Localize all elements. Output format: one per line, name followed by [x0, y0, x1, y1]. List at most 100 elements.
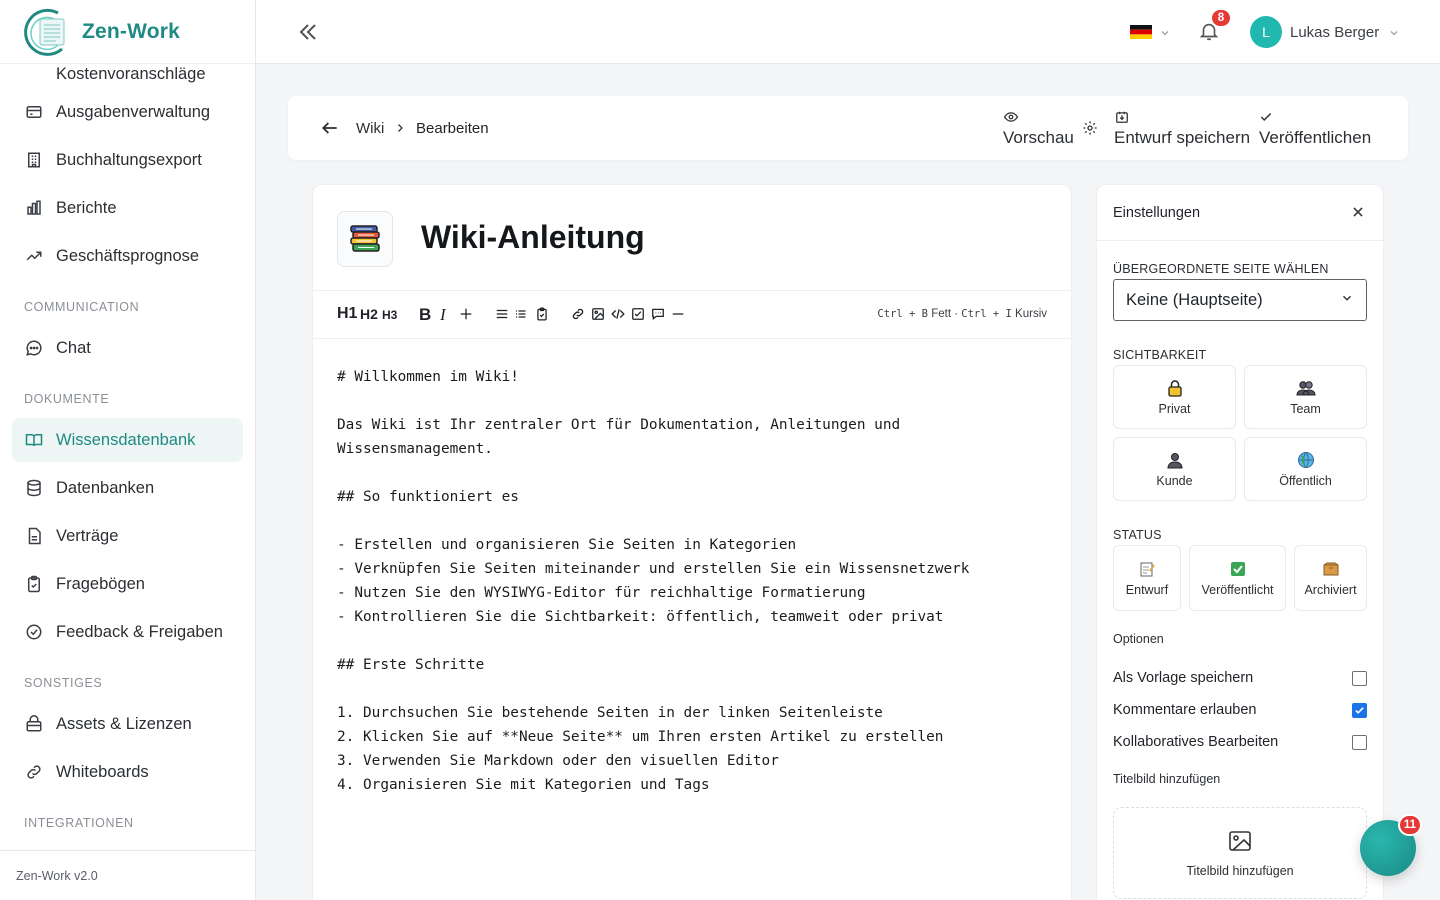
gear-icon[interactable] [1082, 120, 1098, 136]
sidebar-item-label: Ausgabenverwaltung [56, 102, 211, 121]
add-cover-button[interactable]: Titelbild hinzufügen [1113, 807, 1367, 899]
collapse-sidebar-icon[interactable] [296, 20, 320, 44]
arrow-left-icon[interactable] [320, 118, 340, 138]
chat-icon [24, 338, 44, 358]
sidebar-item-buchhaltungsexport[interactable]: Buchhaltungsexport [0, 136, 255, 184]
shortcut-italic-label: Kursiv [1015, 308, 1047, 320]
parent-page-value: Keine (Hauptseite) [1126, 290, 1263, 309]
sidebar-item-label: Kostenvoranschläge [56, 64, 206, 83]
option-comments-checkbox[interactable] [1352, 702, 1367, 718]
sidebar-item-feedback[interactable]: Feedback & Freigaben [0, 608, 255, 656]
clipboard-icon [24, 574, 44, 594]
check-box-icon [1230, 559, 1246, 579]
preview-label: Vorschau [1003, 128, 1074, 147]
sidebar-item-label: Wissensdatenbank [56, 430, 196, 449]
sidebar-item-label: Datenbanken [56, 478, 155, 497]
close-icon[interactable] [1351, 205, 1367, 221]
status-published-button[interactable]: Veröffentlicht [1189, 545, 1286, 611]
globe-icon [1297, 450, 1315, 470]
chevron-right-icon [394, 121, 406, 140]
option-comments[interactable]: Kommentare erlauben [1113, 700, 1367, 720]
publish-button[interactable]: Veröffentlichen [1259, 108, 1371, 148]
save-draft-button[interactable]: Entwurf speichern [1114, 108, 1250, 148]
heading3-button[interactable]: H3 [382, 308, 397, 322]
sidebar-item-ausgabenverwaltung[interactable]: Ausgabenverwaltung [0, 88, 255, 136]
parent-page-select[interactable]: Keine (Hauptseite) [1113, 279, 1367, 321]
link-icon[interactable] [571, 307, 585, 321]
de-flag-icon[interactable] [1130, 25, 1152, 39]
sidebar-item-assets[interactable]: Assets & Lizenzen [0, 700, 255, 748]
avatar[interactable]: L [1250, 16, 1282, 48]
option-template-checkbox[interactable] [1352, 670, 1367, 686]
option-template-label: Als Vorlage speichern [1113, 670, 1254, 686]
editor-toolbar: H1 H2 H3 B I Ctrl + B Fett · Ctrl + I Ku… [313, 291, 1071, 339]
markdown-editor[interactable]: # Willkommen im Wiki! Das Wiki ist Ihr z… [313, 339, 1071, 797]
visibility-private-button[interactable]: Privat [1113, 365, 1236, 429]
breadcrumb-wiki[interactable]: Wiki [356, 120, 384, 137]
building-icon [24, 150, 44, 170]
sidebar: Kostenvoranschläge Ausgabenverwaltung Bu… [0, 0, 256, 900]
database-icon [24, 478, 44, 498]
status-archived-label: Archiviert [1304, 583, 1357, 597]
wallet-icon [24, 102, 44, 122]
settings-title: Einstellungen [1113, 204, 1201, 221]
bullet-list-icon[interactable] [515, 307, 527, 321]
sidebar-item-datenbanken[interactable]: Datenbanken [0, 464, 255, 512]
section-dokumente: DOKUMENTE [24, 392, 110, 406]
heading2-button[interactable]: H2 [360, 306, 378, 322]
image-icon[interactable] [591, 307, 605, 321]
edit-header: Wiki Bearbeiten Vorschau Entwurf speiche… [288, 96, 1408, 160]
visibility-team-button[interactable]: Team [1244, 365, 1367, 429]
option-template[interactable]: Als Vorlage speichern [1113, 668, 1367, 688]
sidebar-item-label: Whiteboards [56, 762, 149, 781]
option-collab[interactable]: Kollaboratives Bearbeiten [1113, 732, 1367, 752]
notification-badge: 8 [1210, 8, 1232, 28]
package-icon [24, 714, 44, 734]
sidebar-item-vertraege[interactable]: Verträge [0, 512, 255, 560]
sidebar-item-kostenvoranschlaege[interactable]: Kostenvoranschläge [0, 60, 255, 88]
clipboard-icon[interactable] [535, 306, 549, 322]
section-communication: COMMUNICATION [24, 300, 140, 314]
bold-button[interactable]: B [419, 305, 431, 325]
sidebar-item-whiteboards[interactable]: Whiteboards [0, 748, 255, 796]
sidebar-item-geschaeftsprognose[interactable]: Geschäftsprognose [0, 232, 255, 280]
sidebar-item-chat[interactable]: Chat [0, 324, 255, 372]
editor-card: Wiki-Anleitung H1 H2 H3 B I Ctrl + B Fet… [312, 184, 1072, 900]
italic-button[interactable]: I [440, 305, 446, 325]
sidebar-item-berichte[interactable]: Berichte [0, 184, 255, 232]
preview-button[interactable]: Vorschau [1003, 108, 1074, 148]
lock-icon [1167, 378, 1183, 398]
team-icon [1295, 378, 1316, 398]
visibility-label: SICHTBARKEIT [1113, 348, 1207, 362]
user-name[interactable]: Lukas Berger [1290, 24, 1379, 41]
plus-icon[interactable] [459, 307, 473, 321]
option-collab-checkbox[interactable] [1352, 734, 1367, 750]
app-version: Zen-Work v2.0 [0, 850, 255, 900]
visibility-public-label: Öffentlich [1279, 474, 1332, 488]
page-title[interactable]: Wiki-Anleitung [421, 219, 645, 256]
comment-icon[interactable] [650, 307, 666, 321]
status-draft-button[interactable]: Entwurf [1113, 545, 1181, 611]
settings-panel: Einstellungen ÜBERGEORDNETE SEITE WÄHLEN… [1096, 184, 1384, 900]
status-archived-button[interactable]: Archiviert [1294, 545, 1367, 611]
chevron-down-icon[interactable] [1388, 26, 1400, 44]
align-icon[interactable] [495, 307, 509, 321]
app-logo[interactable]: Zen-Work [0, 0, 255, 64]
sidebar-item-label: Buchhaltungsexport [56, 150, 202, 169]
app-name: Zen-Work [82, 19, 181, 43]
visibility-public-button[interactable]: Öffentlich [1244, 437, 1367, 501]
status-draft-label: Entwurf [1125, 583, 1169, 597]
shortcut-italic-key: Ctrl + I [961, 308, 1012, 320]
visibility-customer-button[interactable]: Kunde [1113, 437, 1236, 501]
heading1-button[interactable]: H1 [337, 305, 357, 323]
sidebar-item-wissensdatenbank[interactable]: Wissensdatenbank [12, 418, 243, 462]
code-icon[interactable] [610, 307, 626, 321]
books-icon[interactable] [337, 211, 393, 267]
sidebar-item-label: Chat [56, 338, 91, 357]
divider-icon[interactable] [671, 307, 685, 321]
checkbox-icon[interactable] [631, 307, 645, 321]
user-icon [1166, 450, 1183, 470]
options-label: Optionen [1113, 632, 1164, 646]
chevron-down-icon[interactable] [1159, 26, 1171, 44]
sidebar-item-frageboegen[interactable]: Fragebögen [0, 560, 255, 608]
